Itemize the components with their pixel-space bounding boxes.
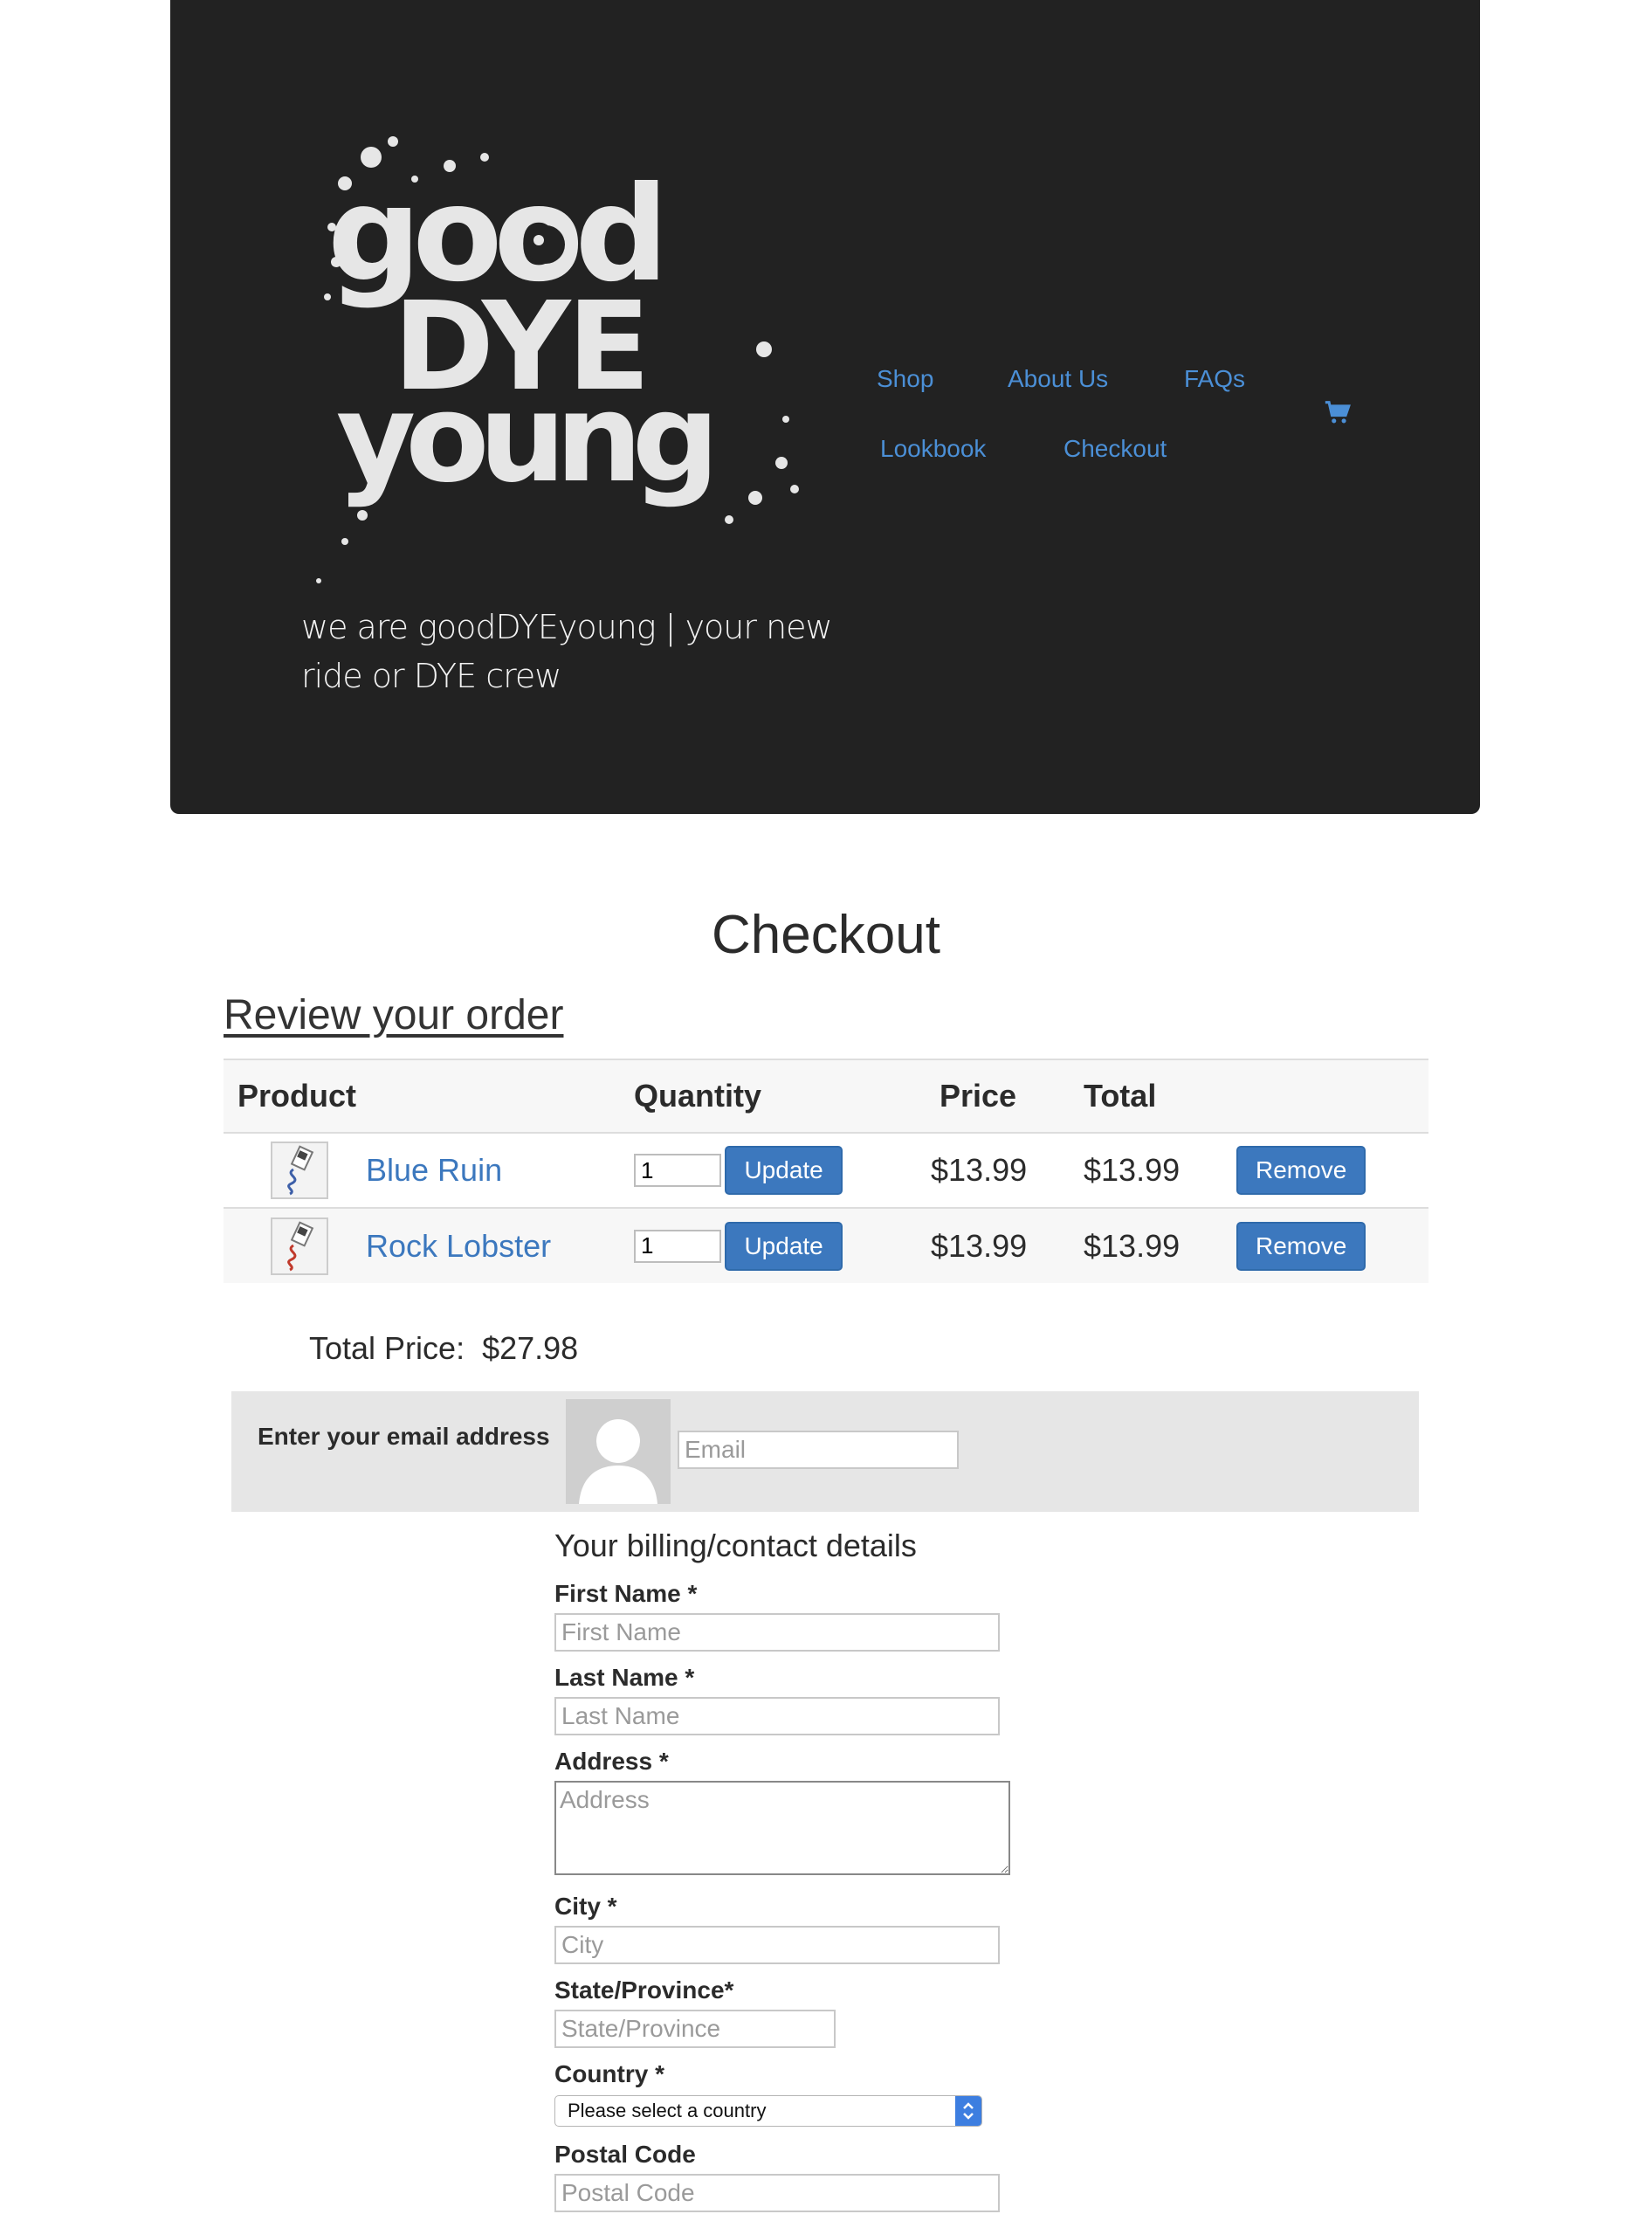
state-field[interactable] xyxy=(554,2010,836,2048)
nav-shop[interactable]: Shop xyxy=(877,365,933,393)
avatar-placeholder-icon xyxy=(566,1399,671,1504)
site-tagline: we are goodDYEyoung | your new ride or D… xyxy=(301,603,843,700)
last-name-label: Last Name * xyxy=(554,1664,695,1691)
country-label: Country * xyxy=(554,2060,664,2087)
email-section: Enter your email address xyxy=(231,1391,1419,1512)
quantity-input[interactable] xyxy=(634,1229,721,1263)
remove-button[interactable]: Remove xyxy=(1236,1146,1366,1195)
email-label: Enter your email address xyxy=(258,1423,550,1450)
item-total: $13.99 xyxy=(1084,1227,1180,1264)
update-button[interactable]: Update xyxy=(725,1221,843,1271)
total-price-label: Total Price: xyxy=(309,1330,465,1366)
shopping-cart-icon[interactable] xyxy=(1323,397,1353,427)
email-input[interactable] xyxy=(678,1431,959,1469)
nav-lookbook[interactable]: Lookbook xyxy=(880,435,986,463)
product-thumbnail[interactable] xyxy=(271,1142,328,1199)
item-total: $13.99 xyxy=(1084,1152,1180,1188)
city-field[interactable] xyxy=(554,1926,1000,1964)
item-price: $13.99 xyxy=(931,1227,1028,1264)
total-price: Total Price: $27.98 xyxy=(309,1330,578,1367)
product-link[interactable]: Rock Lobster xyxy=(366,1228,551,1264)
page-title: Checkout xyxy=(712,905,940,965)
item-price: $13.99 xyxy=(931,1152,1028,1188)
remove-button[interactable]: Remove xyxy=(1236,1221,1366,1271)
billing-form: Your billing/contact details First Name … xyxy=(554,1524,1078,2221)
cart-header-row: Product Quantity Price Total xyxy=(224,1059,1428,1133)
good-dye-young-logo[interactable]: good DYE young xyxy=(310,131,808,594)
column-total: Total xyxy=(1084,1078,1157,1114)
site-header: good DYE young we are goodDYEyoung | you… xyxy=(170,0,1480,814)
cart-row: Blue Ruin Update $13.99 $13.99 Remove xyxy=(224,1133,1428,1208)
total-price-value: $27.98 xyxy=(482,1330,579,1366)
country-select[interactable]: Please select a country xyxy=(554,2095,982,2127)
first-name-label: First Name * xyxy=(554,1580,698,1607)
billing-heading: Your billing/contact details xyxy=(554,1528,917,1563)
nav-about-us[interactable]: About Us xyxy=(1008,365,1108,393)
tagline-line-2: ride or DYE crew xyxy=(301,657,561,695)
column-product: Product xyxy=(237,1078,357,1114)
cart-table: Product Quantity Price Total Blue Ruin U… xyxy=(224,1059,1428,1283)
tagline-line-1: we are goodDYEyoung | your new xyxy=(301,608,833,646)
postal-code-field[interactable] xyxy=(554,2174,1000,2212)
nav-faqs[interactable]: FAQs xyxy=(1184,365,1245,393)
product-thumbnail[interactable] xyxy=(271,1217,328,1275)
review-order-heading: Review your order xyxy=(224,992,564,1038)
state-label: State/Province* xyxy=(554,1976,734,2004)
update-button[interactable]: Update xyxy=(725,1146,843,1195)
column-price: Price xyxy=(940,1078,1017,1114)
address-field[interactable] xyxy=(554,1781,1010,1875)
country-select-value: Please select a country xyxy=(568,2100,767,2121)
product-link[interactable]: Blue Ruin xyxy=(366,1152,502,1188)
first-name-field[interactable] xyxy=(554,1613,1000,1652)
select-updown-icon xyxy=(955,2096,981,2126)
quantity-input[interactable] xyxy=(634,1154,721,1187)
column-quantity: Quantity xyxy=(634,1078,762,1114)
address-label: Address * xyxy=(554,1748,669,1775)
city-label: City * xyxy=(554,1893,617,1920)
last-name-field[interactable] xyxy=(554,1697,1000,1735)
cart-row: Rock Lobster Update $13.99 $13.99 Remove xyxy=(224,1208,1428,1283)
postal-code-label: Postal Code xyxy=(554,2141,696,2168)
svg-text:young: young xyxy=(336,368,710,510)
column-actions xyxy=(1236,1059,1428,1133)
nav-checkout[interactable]: Checkout xyxy=(1063,435,1167,463)
